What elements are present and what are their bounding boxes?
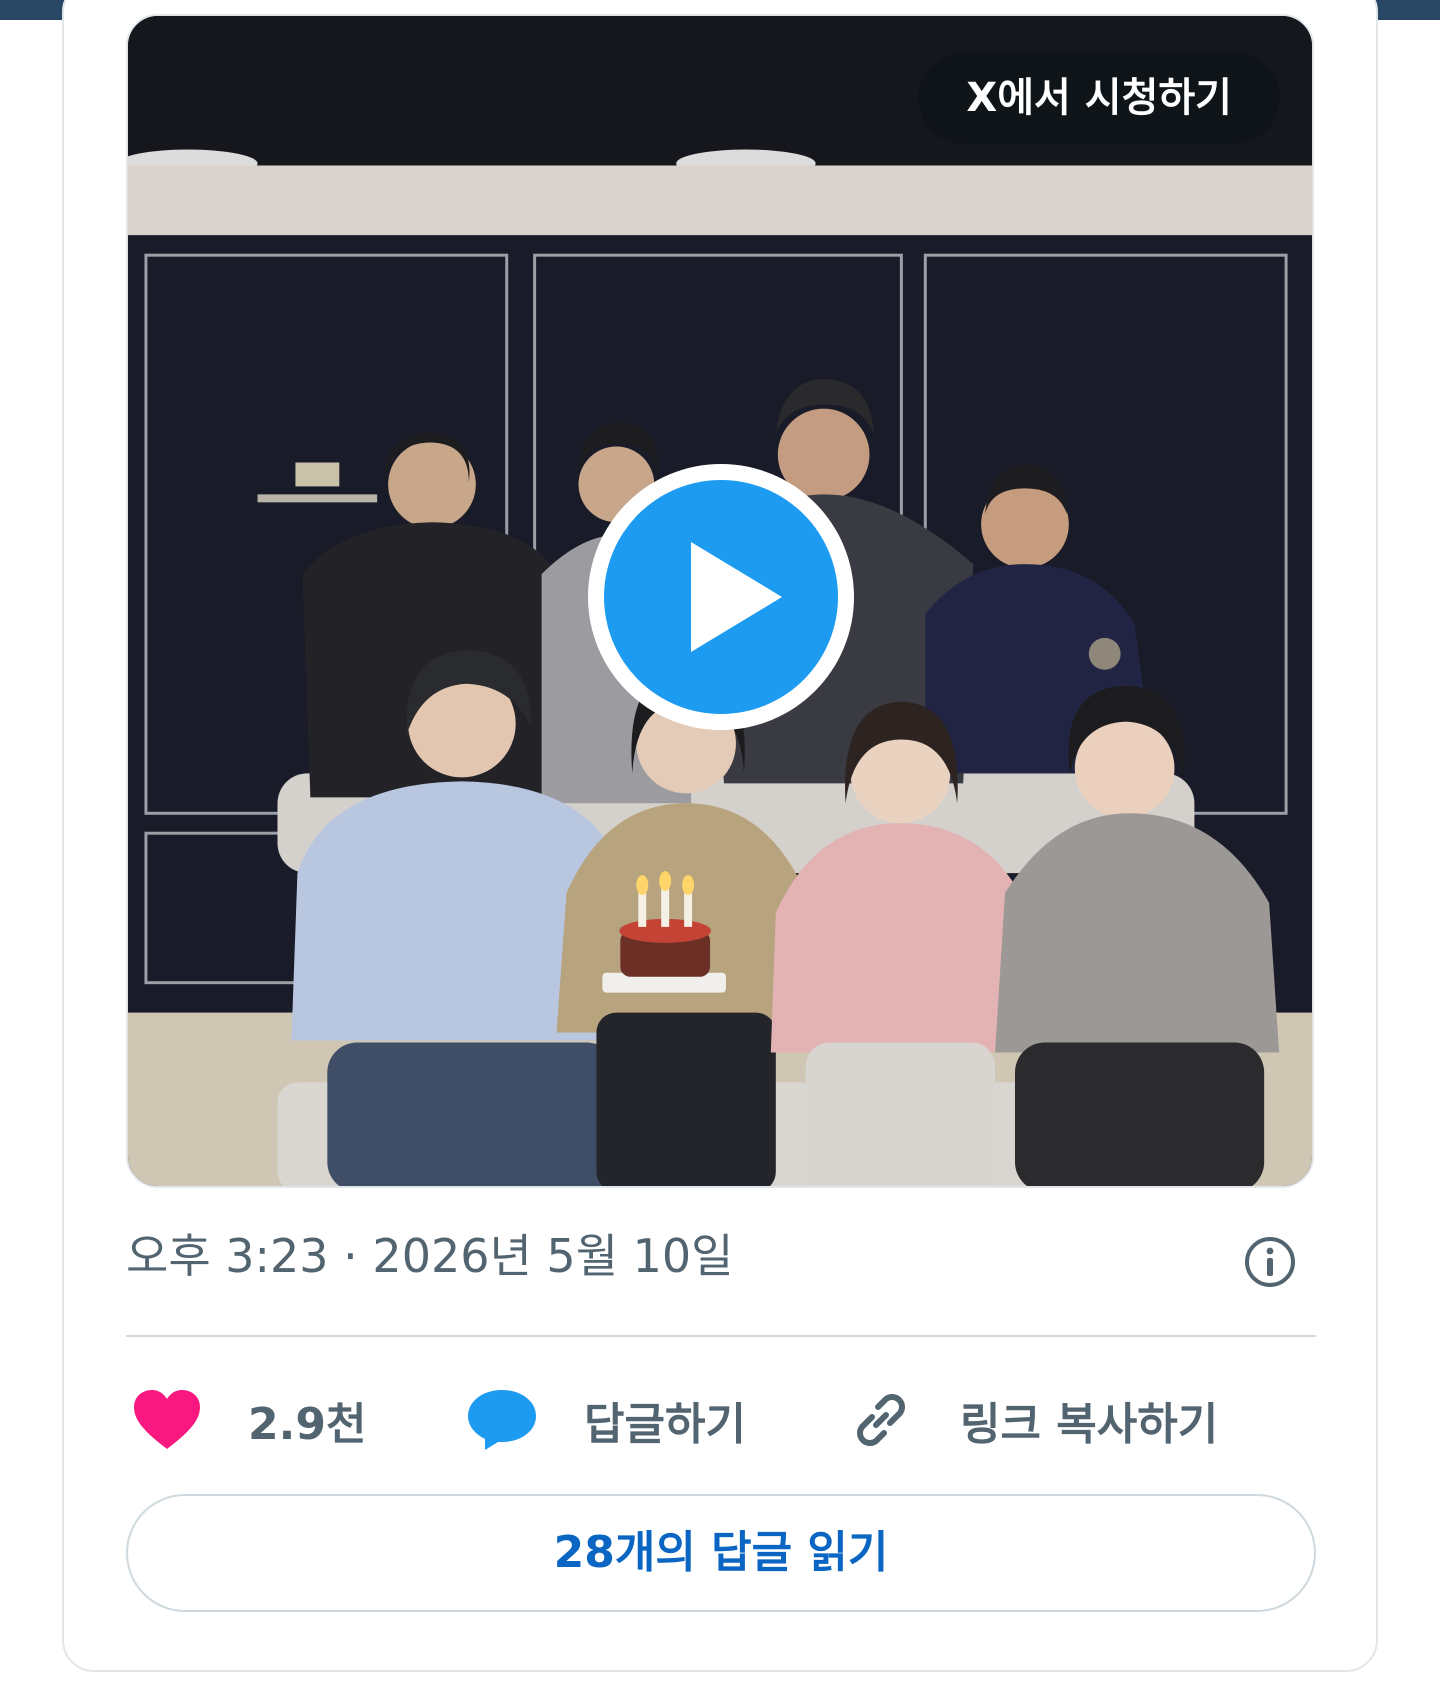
like-button[interactable]: 2.9천 xyxy=(132,1380,366,1460)
link-icon xyxy=(857,1394,905,1446)
copy-link-label: 링크 복사하기 xyxy=(960,1399,1219,1450)
info-icon[interactable] xyxy=(1242,1234,1298,1290)
read-replies-button[interactable]: 28개의 답글 읽기 xyxy=(126,1494,1316,1612)
copy-link-button[interactable]: 링크 복사하기 xyxy=(848,1380,1218,1460)
tweet-timestamp[interactable]: 오후 3:23 · 2026년 5월 10일 xyxy=(126,1226,734,1286)
reply-label: 답글하기 xyxy=(584,1399,746,1450)
watch-on-x-button[interactable]: X에서 시청하기 xyxy=(918,52,1280,144)
video-media[interactable]: X에서 시청하기 xyxy=(126,14,1314,1188)
play-icon xyxy=(691,542,782,652)
reply-button[interactable]: 답글하기 xyxy=(466,1380,746,1460)
like-count: 2.9천 xyxy=(248,1399,367,1450)
reply-bubble-icon xyxy=(468,1390,536,1450)
heart-icon xyxy=(134,1390,200,1449)
play-button[interactable] xyxy=(588,464,854,730)
divider xyxy=(126,1335,1316,1337)
